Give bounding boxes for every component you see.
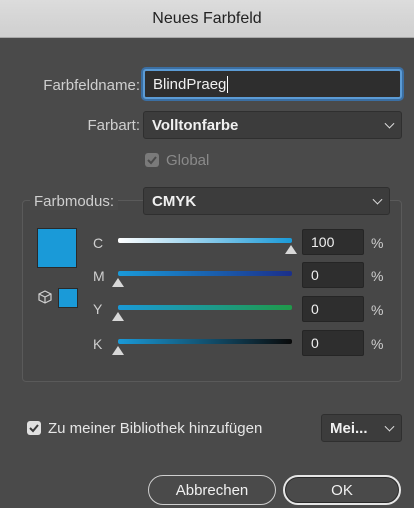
cyan-unit: % [371,235,384,251]
add-to-library-label: Zu meiner Bibliothek hinzufügen [48,420,263,437]
ok-button-label: OK [331,481,353,499]
color-preview-swatch [37,228,77,268]
swatch-name-label: Farbfeldname: [43,77,140,94]
cancel-button-label: Abbrechen [175,481,249,499]
black-value: 0 [311,335,319,351]
black-value-input[interactable]: 0 [302,330,364,356]
library-select-value: Mei... [330,419,368,437]
text-cursor [227,75,229,93]
global-checkbox[interactable] [145,153,159,167]
yellow-unit: % [371,302,384,318]
chevron-down-icon [384,421,395,432]
cyan-label: C [93,235,104,251]
magenta-slider-thumb[interactable] [112,278,124,287]
yellow-value-input[interactable]: 0 [302,296,364,322]
color-type-select[interactable]: Volltonfarbe [143,111,402,139]
cyan-slider-track[interactable] [118,238,292,243]
library-select[interactable]: Mei... [321,414,402,442]
dialog-title: Neues Farbfeld [152,9,262,27]
black-slider-track[interactable] [118,339,292,344]
cube-icon [38,290,52,304]
checkmark-icon [29,424,39,433]
cyan-value-input[interactable]: 100 [302,229,364,255]
out-of-gamut-swatch[interactable] [58,288,78,308]
black-unit: % [371,336,384,352]
magenta-slider-track[interactable] [118,271,292,276]
magenta-unit: % [371,268,384,284]
magenta-label: M [93,268,105,284]
yellow-slider-track[interactable] [118,305,292,310]
magenta-value-input[interactable]: 0 [302,262,364,288]
color-mode-label: Farbmodus: [30,193,119,210]
color-mode-select[interactable]: CMYK [143,187,390,215]
checkmark-icon [147,156,157,165]
swatch-name-input[interactable]: BlindPraeg [143,69,402,99]
black-label: K [93,336,103,352]
add-to-library-checkbox[interactable] [27,421,41,435]
chevron-down-icon [384,118,395,129]
cyan-value: 100 [311,234,335,250]
yellow-label: Y [93,301,103,317]
global-label: Global [166,152,210,169]
magenta-value: 0 [311,267,319,283]
ok-button[interactable]: OK [283,475,401,505]
yellow-slider-thumb[interactable] [112,312,124,321]
cyan-slider-thumb[interactable] [285,245,297,254]
color-mode-value: CMYK [152,192,197,210]
swatch-name-value: BlindPraeg [153,75,227,93]
color-type-label: Farbart: [87,117,140,134]
yellow-value: 0 [311,301,319,317]
black-slider-thumb[interactable] [112,346,124,355]
cancel-button[interactable]: Abbrechen [148,475,276,505]
chevron-down-icon [372,194,383,205]
dialog-title-bar: Neues Farbfeld [0,0,414,38]
color-type-value: Volltonfarbe [152,116,239,134]
